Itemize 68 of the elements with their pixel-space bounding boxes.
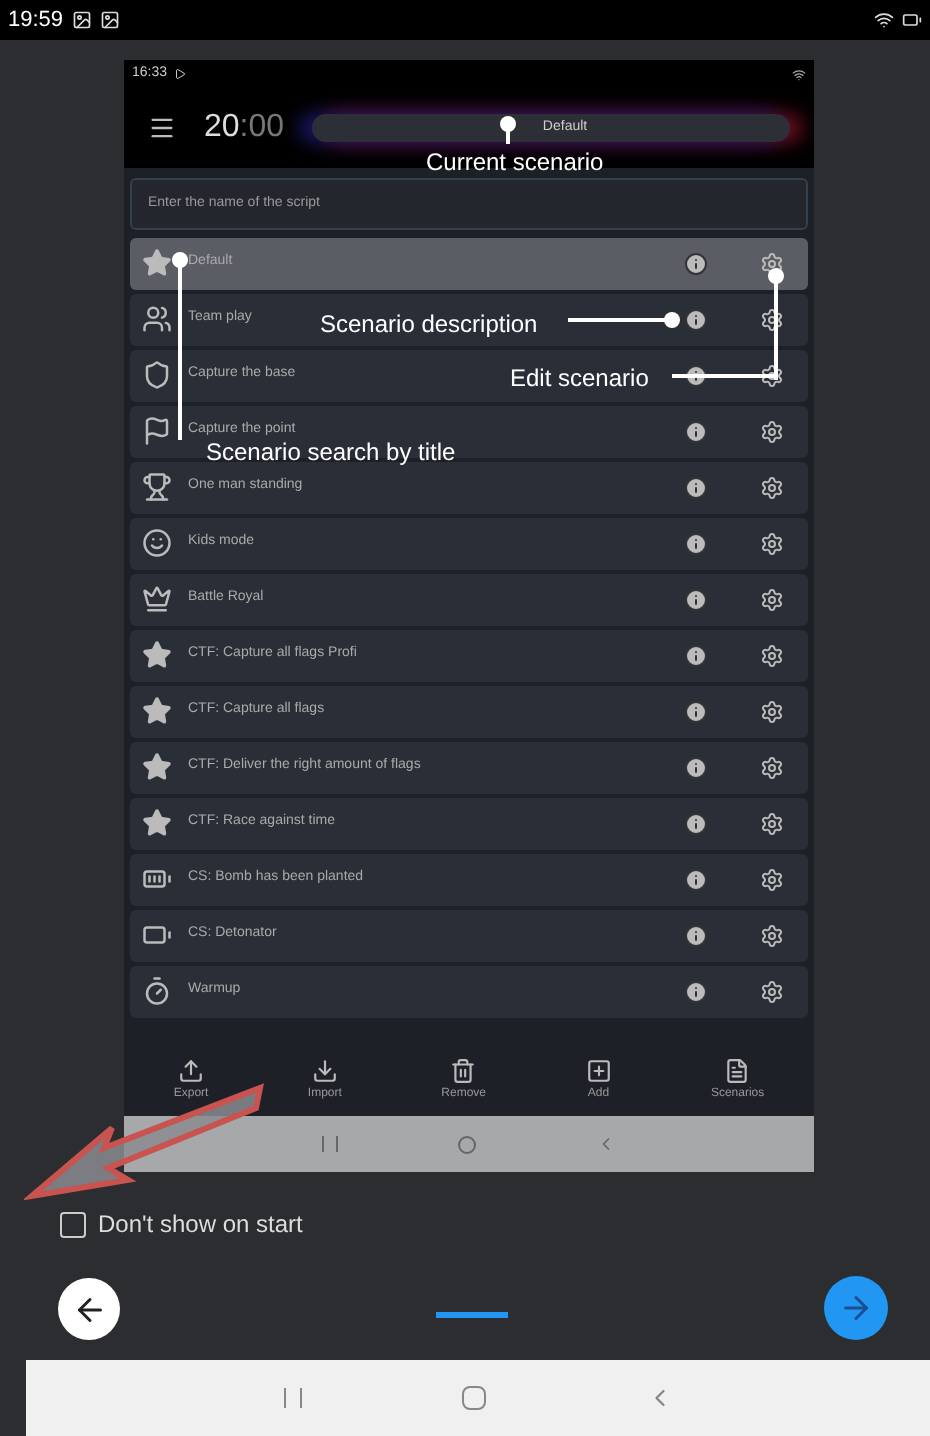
timer: 20:00 [204,108,285,148]
info-button[interactable] [684,923,708,947]
info-button[interactable] [684,587,708,611]
info-button[interactable] [684,643,708,667]
settings-button[interactable] [760,587,784,611]
leader-line [500,116,516,144]
smiley-icon [142,528,172,558]
star-icon [142,808,172,838]
info-button[interactable] [684,755,708,779]
trash-icon [450,1058,477,1084]
image-icon [71,10,92,30]
home-icon [458,1135,476,1153]
settings-button[interactable] [760,531,784,555]
settings-button[interactable] [760,699,784,723]
document-icon [724,1058,751,1084]
star-icon [142,696,172,726]
settings-button[interactable] [760,979,784,1003]
star-icon [142,752,172,782]
stopwatch-icon [142,976,172,1006]
settings-button[interactable] [760,419,784,443]
menu-button[interactable] [148,114,176,142]
info-button[interactable] [684,699,708,723]
status-time: 19:59 [8,5,64,36]
info-button[interactable] [684,867,708,891]
trophy-icon [142,472,172,502]
home-icon [461,1386,485,1410]
shield-icon [142,360,172,390]
settings-button[interactable] [760,643,784,667]
settings-button[interactable] [760,307,784,331]
settings-button[interactable] [760,867,784,891]
people-icon [142,304,172,334]
info-button[interactable] [684,531,708,555]
crown-icon [142,584,172,614]
battery-icon [142,864,172,894]
info-button[interactable] [684,475,708,499]
checkbox-label: Don't show on start [98,1208,303,1242]
settings-button[interactable] [760,811,784,835]
settings-button[interactable] [760,363,784,387]
next-button[interactable] [824,1276,888,1340]
battery-icon [142,920,172,950]
back-button[interactable] [58,1278,120,1340]
info-button[interactable] [684,419,708,443]
arrow-right-icon [838,1290,874,1326]
checkbox[interactable] [60,1211,86,1237]
recent-apps-icon [322,1136,338,1152]
image-icon [99,10,120,30]
settings-button[interactable] [760,923,784,947]
info-button[interactable] [684,811,708,835]
recent-apps-icon [283,1388,301,1408]
plus-icon [585,1058,612,1084]
annotation-label: Current scenario [426,146,604,180]
info-button[interactable] [684,979,708,1003]
settings-button[interactable] [760,475,784,499]
battery-icon [902,10,922,30]
download-icon [311,1058,338,1084]
flag-icon [142,416,172,446]
annotation-label: Scenario description [320,308,538,342]
settings-button[interactable] [760,755,784,779]
play-icon [173,68,186,80]
wifi-icon [874,10,894,30]
info-button[interactable] [684,251,708,275]
settings-button[interactable] [760,251,784,275]
upload-icon [178,1058,205,1084]
star-icon [142,248,172,278]
info-button[interactable] [684,307,708,331]
annotation-label: Edit scenario [510,362,649,396]
star-icon [142,640,172,670]
wifi-icon [792,67,806,81]
